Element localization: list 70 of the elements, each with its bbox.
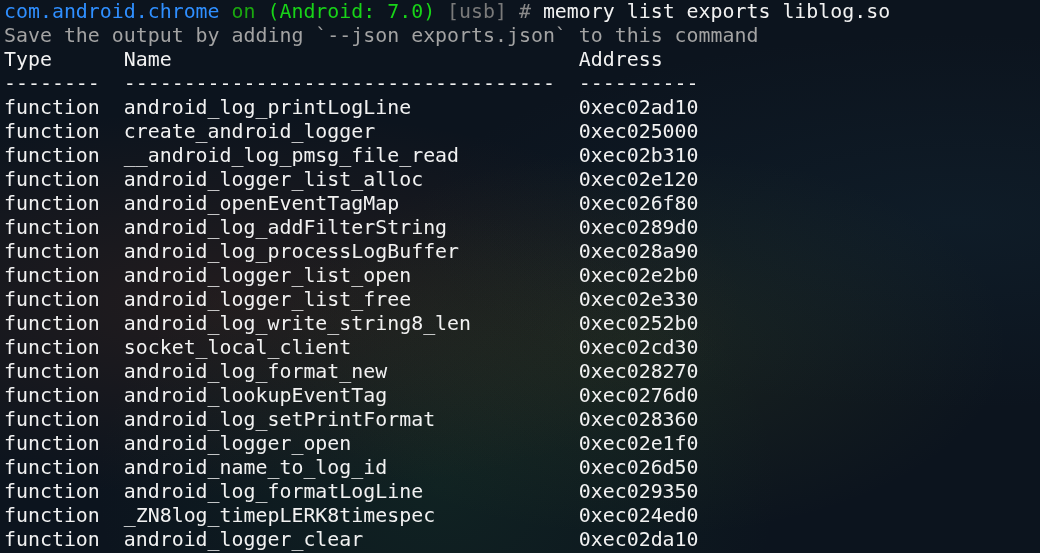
type-text: function [4, 120, 100, 144]
package-name: com.android.chrome [4, 0, 220, 24]
symbol-name: android_logger_list_alloc [123, 168, 424, 192]
prompt-symbol: # [518, 0, 531, 24]
column-header: Name [123, 48, 172, 72]
type-text: function [4, 240, 100, 264]
symbol-name: android_lookupEventTag [123, 384, 388, 408]
type-text: function [4, 264, 100, 288]
dash-rule: ---------- [578, 72, 699, 96]
symbol-name: android_log_formatLogLine [123, 480, 424, 504]
address-text: 0xec0252b0 [578, 312, 699, 336]
address-text: 0xec02e2b0 [578, 264, 699, 288]
symbol-name: android_logger_list_open [123, 264, 412, 288]
symbol-name: socket_local_client [123, 336, 352, 360]
address-text: 0xec02cd30 [578, 336, 699, 360]
symbol-name: __android_log_pmsg_file_read [123, 144, 460, 168]
type-text: function [4, 456, 100, 480]
address-text: 0xec026d50 [578, 456, 699, 480]
type-text: function [4, 360, 100, 384]
type-text: function [4, 504, 100, 528]
symbol-name: _ZN8log_timepLERK8timespec [123, 504, 436, 528]
transport-label: [usb] [447, 0, 507, 24]
address-text: 0xec029350 [578, 480, 699, 504]
symbol-name: android_log_addFilterString [123, 216, 448, 240]
command-text: memory list exports liblog.so [542, 0, 891, 24]
type-text: function [4, 144, 100, 168]
address-text: 0xec026f80 [578, 192, 699, 216]
symbol-name: android_openEventTagMap [123, 192, 400, 216]
symbol-name: android_logger_clear [123, 528, 364, 552]
address-text: 0xec028a90 [578, 240, 699, 264]
dash-rule: -------- [4, 72, 100, 96]
symbol-name: android_log_setPrintFormat [123, 408, 436, 432]
address-text: 0xec02da10 [578, 528, 699, 552]
dash-rule: ------------------------------------ [123, 72, 555, 96]
type-text: function [4, 432, 100, 456]
symbol-name: android_log_format_new [123, 360, 388, 384]
address-text: 0xec02e330 [578, 288, 699, 312]
symbol-name: create_android_logger [123, 120, 376, 144]
address-text: 0xec0276d0 [578, 384, 699, 408]
type-text: function [4, 384, 100, 408]
type-text: function [4, 288, 100, 312]
type-text: function [4, 336, 100, 360]
hint-text: Save the output by adding `--json exports.json` to this command [4, 24, 759, 48]
connector-text: on [231, 0, 256, 24]
symbol-name: android_name_to_log_id [123, 456, 388, 480]
device-label: (Android: 7.0) [267, 0, 436, 24]
type-text: function [4, 480, 100, 504]
address-text: 0xec028360 [578, 408, 699, 432]
address-text: 0xec024ed0 [578, 504, 699, 528]
address-text: 0xec02ad10 [578, 96, 699, 120]
address-text: 0xec02e120 [578, 168, 699, 192]
address-text: 0xec02e1f0 [578, 432, 699, 456]
symbol-name: android_logger_open [123, 432, 352, 456]
address-text: 0xec028270 [578, 360, 699, 384]
type-text: function [4, 408, 100, 432]
address-text: 0xec02b310 [578, 144, 699, 168]
symbol-name: android_log_write_string8_len [123, 312, 472, 336]
symbol-name: android_log_printLogLine [123, 96, 412, 120]
address-text: 0xec025000 [578, 120, 699, 144]
type-text: function [4, 192, 100, 216]
type-text: function [4, 312, 100, 336]
type-text: function [4, 216, 100, 240]
symbol-name: android_log_processLogBuffer [123, 240, 460, 264]
address-text: 0xec0289d0 [578, 216, 699, 240]
symbol-name: android_logger_list_free [123, 288, 412, 312]
type-text: function [4, 528, 100, 552]
type-text: function [4, 96, 100, 120]
column-header: Type [4, 48, 52, 72]
column-header: Address [578, 48, 663, 72]
type-text: function [4, 168, 100, 192]
